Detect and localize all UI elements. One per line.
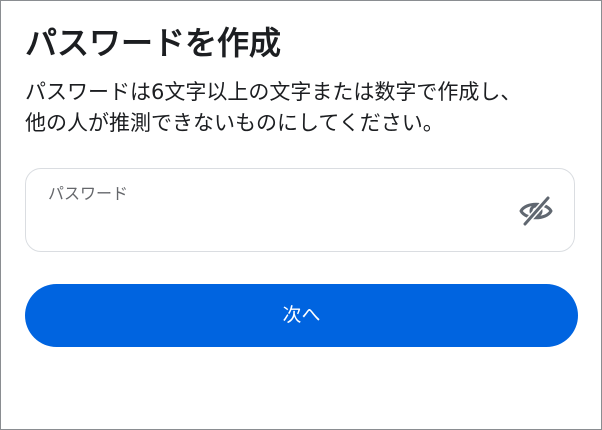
eye-slash-icon — [519, 196, 553, 226]
password-field-label: パスワード — [48, 184, 129, 203]
password-input[interactable] — [48, 211, 508, 239]
password-field[interactable]: パスワード — [25, 168, 575, 252]
show-password-button[interactable] — [518, 193, 554, 229]
description-line-2: 他の人が推測できないものにしてください。 — [25, 111, 444, 135]
page-description: パスワードは6文字以上の文字または数字で作成し、 他の人が推測できないものにして… — [25, 77, 581, 139]
next-button[interactable]: 次へ — [25, 284, 578, 347]
description-line-1: パスワードは6文字以上の文字または数字で作成し、 — [25, 80, 522, 104]
page-title: パスワードを作成 — [25, 24, 282, 62]
create-password-screen: パスワードを作成 パスワードは6文字以上の文字または数字で作成し、 他の人が推測… — [0, 0, 602, 430]
